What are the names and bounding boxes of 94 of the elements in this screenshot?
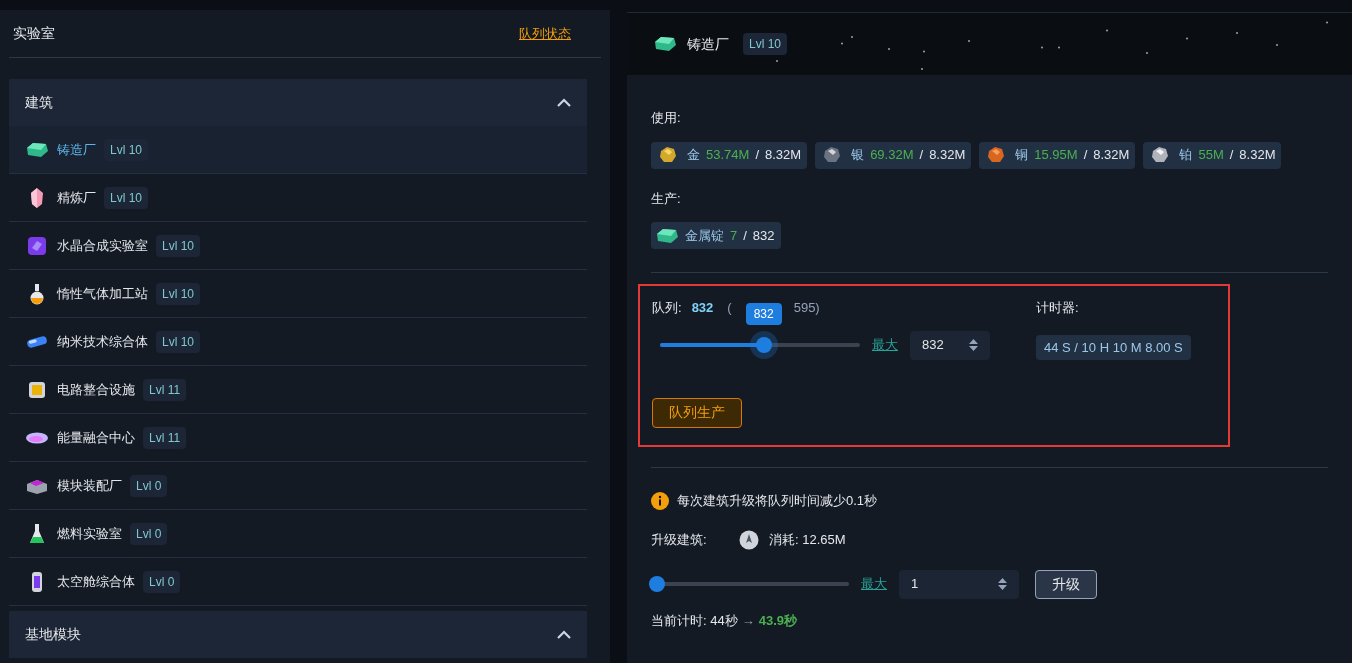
building-item[interactable]: 太空舱综合体 Lvl 0 bbox=[9, 558, 587, 606]
chip-icon bbox=[28, 380, 46, 399]
building-item[interactable]: 纳米技术综合体 Lvl 10 bbox=[9, 318, 587, 366]
resource-amount: 53.74M bbox=[706, 146, 750, 165]
stepper-icon bbox=[998, 578, 1007, 590]
crystal-icon bbox=[30, 186, 44, 209]
resource-amount: 69.32M bbox=[870, 146, 914, 165]
section-label: 使用: bbox=[651, 109, 682, 127]
upgrade-button[interactable]: 升级 bbox=[1035, 569, 1097, 599]
building-name: 燃料实验室 bbox=[57, 524, 122, 543]
level-badge: Lvl 10 bbox=[104, 186, 149, 209]
level-badge: Lvl 0 bbox=[130, 522, 168, 545]
level-badge: Lvl 10 bbox=[743, 33, 788, 55]
amount-field[interactable]: 832 bbox=[910, 330, 990, 360]
separator: / bbox=[1083, 146, 1088, 165]
resource-total: 8.32M bbox=[765, 146, 802, 165]
slider-thumb[interactable] bbox=[649, 576, 665, 592]
resource-total: 8.32M bbox=[929, 146, 966, 165]
slider-thumb[interactable] bbox=[755, 337, 772, 353]
cube-icon bbox=[27, 235, 47, 256]
building-item[interactable]: 水晶合成实验室 Lvl 10 bbox=[9, 222, 587, 270]
gem-icon bbox=[655, 227, 679, 244]
separator: / bbox=[743, 226, 747, 245]
timer-label: 计时器: bbox=[1036, 299, 1080, 317]
resource-total: 832 bbox=[752, 226, 775, 245]
section-header[interactable]: 基地模块 bbox=[9, 611, 587, 658]
queue-max: ( bbox=[727, 299, 732, 317]
level-badge: Lvl 0 bbox=[143, 570, 181, 593]
queue-label: 队列: bbox=[652, 299, 682, 317]
level-badge: Lvl 10 bbox=[104, 138, 149, 161]
resource-name: 金 bbox=[687, 146, 700, 165]
info-text: 每次建筑升级将队列时间减少0.1秒 bbox=[677, 492, 878, 510]
chevron-up-icon bbox=[557, 98, 571, 107]
building-name: 太空舱综合体 bbox=[57, 572, 135, 591]
max-link[interactable]: 最大 bbox=[872, 335, 898, 355]
building-item[interactable]: 模块装配厂 Lvl 0 bbox=[9, 462, 587, 510]
max-link[interactable]: 最大 bbox=[861, 574, 887, 594]
upgrade-cost: 消耗: 12.65M bbox=[769, 530, 846, 549]
arrow-icon: → bbox=[741, 610, 755, 630]
resource-total: 8.32M bbox=[1239, 146, 1276, 165]
info-icon bbox=[651, 491, 669, 510]
separator: / bbox=[919, 146, 924, 165]
timer-value: 44 S / 10 H 10 M 8.00 S bbox=[1036, 334, 1191, 360]
building-item[interactable]: 能量融合中心 Lvl 11 bbox=[9, 414, 587, 462]
building-name: 水晶合成实验室 bbox=[57, 236, 148, 255]
building-item[interactable]: 精炼厂 Lvl 10 bbox=[9, 174, 587, 222]
level-badge: Lvl 10 bbox=[156, 282, 201, 305]
section-header[interactable]: 建筑 bbox=[9, 79, 587, 126]
current-timer: 当前计时: 44秒 bbox=[651, 611, 738, 630]
building-item[interactable]: 燃料实验室 Lvl 0 bbox=[9, 510, 587, 558]
flask-icon bbox=[29, 282, 45, 305]
new-timer: 43.9秒 bbox=[758, 611, 797, 630]
building-name: 纳米技术综合体 bbox=[57, 332, 148, 351]
level-badge: Lvl 10 bbox=[156, 330, 201, 353]
queue-production-button[interactable]: 队列生产 bbox=[652, 397, 742, 428]
separator: / bbox=[755, 146, 759, 165]
coin-icon bbox=[739, 529, 759, 550]
building-name: 能量融合中心 bbox=[57, 428, 135, 447]
building-item[interactable]: 惰性气体加工站 Lvl 10 bbox=[9, 270, 587, 318]
queue-max: 595) bbox=[793, 299, 820, 317]
gem-icon bbox=[25, 141, 49, 158]
queue-status-link[interactable]: 队列状态 bbox=[519, 23, 571, 44]
stepper-icon bbox=[969, 339, 978, 351]
level-badge: Lvl 11 bbox=[143, 378, 187, 401]
resource-amount: 55M bbox=[1198, 146, 1224, 165]
building-name: 电路整合设施 bbox=[57, 380, 135, 399]
resource-amount: 15.95M bbox=[1034, 146, 1078, 165]
amount-field[interactable]: 1 bbox=[899, 569, 1019, 599]
building-name: 模块装配厂 bbox=[57, 476, 122, 495]
resource-name: 银 bbox=[851, 146, 865, 165]
slider-tooltip: 832 bbox=[745, 303, 782, 325]
capsule-icon bbox=[25, 430, 49, 445]
panel-title: 实验室 bbox=[13, 24, 55, 43]
level-badge: Lvl 0 bbox=[130, 474, 168, 497]
level-badge: Lvl 11 bbox=[143, 426, 187, 449]
building-item[interactable]: 电路整合设施 Lvl 11 bbox=[9, 366, 587, 414]
resource-name: 金属锭 bbox=[685, 226, 724, 245]
separator: / bbox=[1229, 146, 1234, 165]
building-name: 精炼厂 bbox=[57, 188, 96, 207]
resource-name: 铜 bbox=[1015, 146, 1029, 165]
building-name: 惰性气体加工站 bbox=[57, 284, 148, 303]
section-label: 生产: bbox=[651, 189, 682, 208]
building-title: 铸造厂 bbox=[687, 34, 729, 54]
level-badge: Lvl 10 bbox=[156, 234, 201, 257]
resource-name: 铂 bbox=[1179, 146, 1193, 165]
chevron-up-icon bbox=[557, 630, 571, 639]
gem-icon bbox=[653, 36, 677, 52]
upgrade-label: 升级建筑: bbox=[651, 530, 708, 549]
resource-total: 8.32M bbox=[1093, 146, 1130, 165]
resource-amount: 7 bbox=[730, 226, 738, 245]
building-item[interactable]: 铸造厂 Lvl 10 bbox=[9, 126, 587, 174]
beaker-icon bbox=[29, 522, 45, 545]
building-name: 铸造厂 bbox=[57, 140, 96, 159]
queue-value: 832 bbox=[691, 299, 714, 317]
